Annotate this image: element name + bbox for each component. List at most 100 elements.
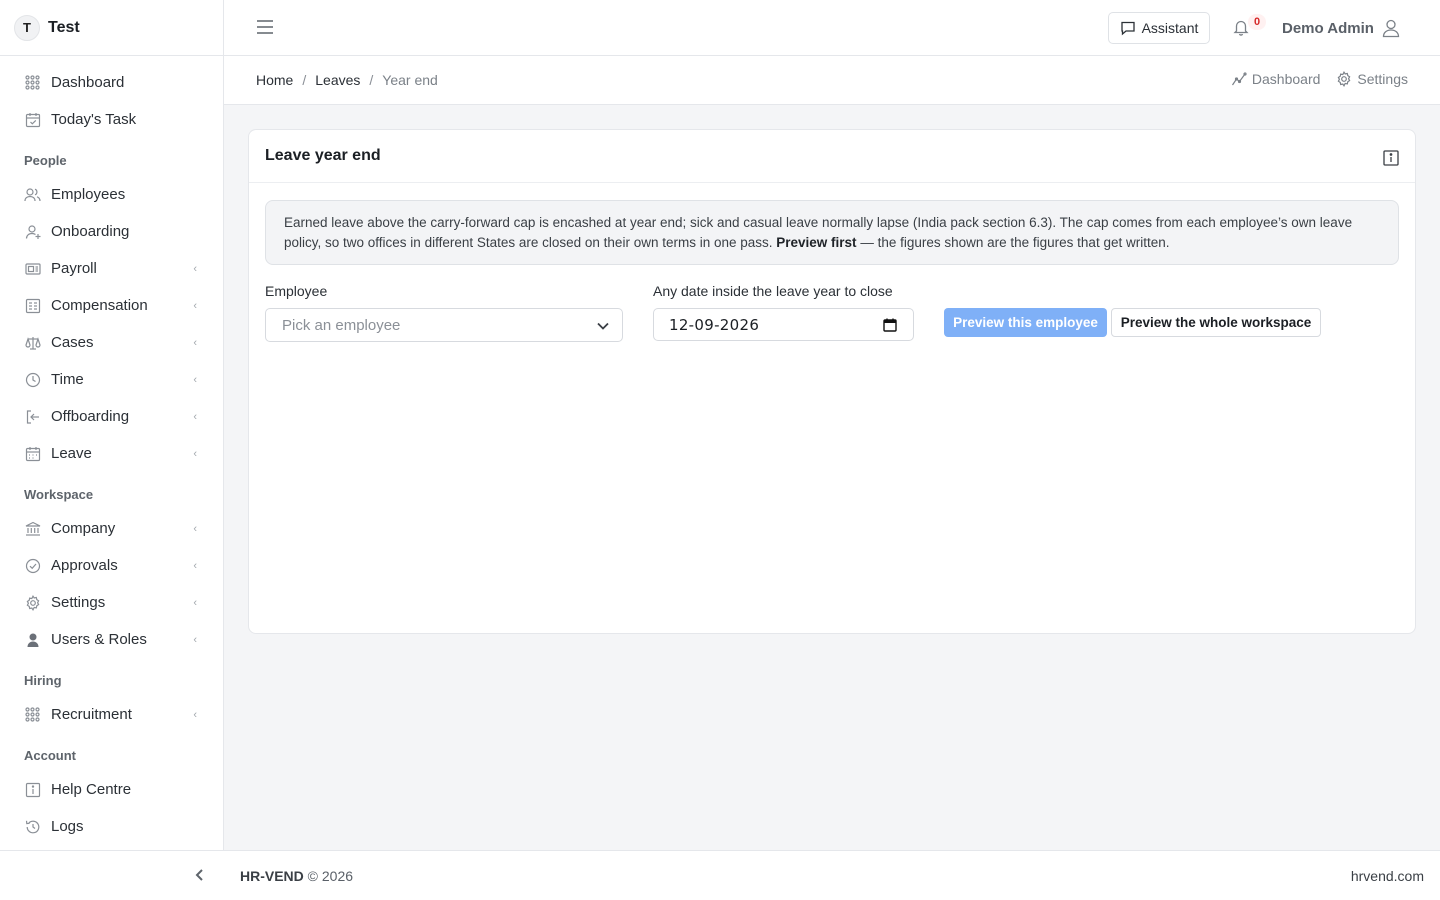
sidebar-item-onboarding[interactable]: Onboarding xyxy=(0,213,223,250)
section-heading-hiring: Hiring xyxy=(24,673,62,688)
sidebar-item-approvals[interactable]: Approvals ‹ xyxy=(0,547,223,584)
dashboard-link[interactable]: Dashboard xyxy=(1231,71,1321,87)
sidebar-item-label: Employees xyxy=(51,186,126,203)
gear-icon xyxy=(1338,71,1351,87)
section-heading-account: Account xyxy=(24,748,76,763)
user-plus-icon xyxy=(24,223,41,240)
assistant-button-label: Assistant xyxy=(1141,20,1199,36)
breadcrumb-actions: Dashboard Settings xyxy=(1231,71,1408,87)
chevron-left-icon: ‹ xyxy=(193,708,197,721)
check-circle-icon xyxy=(24,557,41,574)
chevron-left-icon: ‹ xyxy=(193,633,197,646)
notification-badge: 0 xyxy=(1248,14,1266,30)
calendar-check-icon xyxy=(24,111,41,128)
sidebar-item-label: Today's Task xyxy=(51,111,137,128)
sidebar-item-offboarding[interactable]: Offboarding ‹ xyxy=(0,398,223,435)
employee-select-placeholder: Pick an employee xyxy=(282,316,401,334)
sidebar-item-label: Compensation xyxy=(51,297,148,314)
section-heading-people: People xyxy=(24,153,67,168)
chat-icon xyxy=(1120,21,1135,36)
user-shield-icon xyxy=(24,631,41,648)
scale-icon xyxy=(24,334,41,351)
sidebar-item-label: Leave xyxy=(51,445,92,462)
breadcrumb-home[interactable]: Home xyxy=(256,72,293,88)
footer-link[interactable]: hrvend.com xyxy=(1351,868,1424,884)
breadcrumb-current: Year end xyxy=(382,72,438,88)
sidebar-item-logs[interactable]: Logs xyxy=(0,808,223,845)
employee-label: Employee xyxy=(265,283,328,299)
sidebar-item-label: Approvals xyxy=(51,557,118,574)
dashboard-link-label: Dashboard xyxy=(1251,71,1321,87)
sidebar-item-time[interactable]: Time ‹ xyxy=(0,361,223,398)
sidebar-item-label: Settings xyxy=(51,594,106,611)
exit-icon xyxy=(24,408,41,425)
footer-copyright-text: © 2026 xyxy=(307,868,354,884)
sidebar-item-leave[interactable]: Leave ‹ xyxy=(0,435,223,472)
sidebar-item-company[interactable]: Company ‹ xyxy=(0,510,223,547)
menu-toggle-icon[interactable] xyxy=(256,19,274,35)
breadcrumb-leaves[interactable]: Leaves xyxy=(315,72,360,88)
date-label: Any date inside the leave year to close xyxy=(653,283,893,299)
clock-icon xyxy=(24,371,41,388)
user-icon[interactable] xyxy=(1381,18,1401,38)
chevron-left-icon: ‹ xyxy=(193,410,197,423)
sidebar-item-label: Help Centre xyxy=(51,781,132,798)
page-title: Leave year end xyxy=(265,147,381,164)
date-input[interactable]: 12-09-2026 xyxy=(653,308,914,341)
notice-text-end: — the figures shown are the figures that… xyxy=(856,235,1170,250)
brand[interactable]: T Test xyxy=(0,0,223,56)
brand-name: Test xyxy=(48,18,80,36)
sidebar-item-label: Time xyxy=(51,371,84,388)
sidebar-item-label: Recruitment xyxy=(51,706,132,723)
sidebar-item-todays-task[interactable]: Today's Task xyxy=(0,101,223,138)
chevron-left-icon: ‹ xyxy=(193,373,197,386)
sidebar-item-users-roles[interactable]: Users & Roles ‹ xyxy=(0,621,223,658)
chevron-left-icon: ‹ xyxy=(193,596,197,609)
assistant-button[interactable]: Assistant xyxy=(1108,12,1210,44)
sidebar-item-label: Users & Roles xyxy=(51,631,147,648)
sidebar-item-cases[interactable]: Cases ‹ xyxy=(0,324,223,361)
sidebar-item-label: Logs xyxy=(51,818,84,835)
chevron-left-icon: ‹ xyxy=(193,559,197,572)
sidebar-item-dashboard[interactable]: Dashboard xyxy=(0,64,223,101)
compensation-icon xyxy=(24,297,41,314)
topbar: Assistant 0 Demo Admin xyxy=(224,0,1440,56)
employee-select[interactable]: Pick an employee xyxy=(265,308,623,342)
users-icon xyxy=(24,186,41,203)
gear-icon xyxy=(24,594,41,611)
leave-year-end-card: Leave year end Earned leave above the ca… xyxy=(248,129,1416,634)
sidebar-item-employees[interactable]: Employees xyxy=(0,176,223,213)
collapse-sidebar-icon[interactable] xyxy=(192,867,208,883)
footer-brand: HR-VEND xyxy=(240,868,304,884)
brand-avatar: T xyxy=(14,14,40,41)
sidebar-item-label: Offboarding xyxy=(51,408,130,425)
chevron-left-icon: ‹ xyxy=(193,262,197,275)
chevron-down-icon xyxy=(596,319,610,337)
breadcrumb-separator: / xyxy=(302,72,307,88)
calendar-icon[interactable] xyxy=(883,318,897,336)
date-input-value: 12-09-2026 xyxy=(669,315,760,334)
settings-link-label: Settings xyxy=(1357,71,1408,87)
footer-copyright: HR-VEND © 2026 xyxy=(240,868,353,884)
sidebar-item-label: Company xyxy=(51,520,116,537)
preview-employee-button[interactable]: Preview this employee xyxy=(944,308,1107,337)
card-header: Leave year end xyxy=(249,130,1415,183)
info-icon xyxy=(24,781,41,798)
sidebar-item-payroll[interactable]: Payroll ‹ xyxy=(0,250,223,287)
info-icon[interactable] xyxy=(1383,150,1399,166)
grid-icon xyxy=(24,706,41,723)
breadcrumb: Home / Leaves / Year end xyxy=(256,72,438,88)
payroll-icon xyxy=(24,260,41,277)
chevron-left-icon: ‹ xyxy=(193,522,197,535)
sidebar-item-label: Onboarding xyxy=(51,223,130,240)
settings-link[interactable]: Settings xyxy=(1336,71,1408,87)
preview-workspace-button[interactable]: Preview the whole workspace xyxy=(1111,308,1321,337)
sidebar-item-label: Dashboard xyxy=(51,74,125,91)
sidebar: T Test Dashboard Today's Task People Emp… xyxy=(0,0,224,850)
history-icon xyxy=(24,818,41,835)
sidebar-item-recruitment[interactable]: Recruitment ‹ xyxy=(0,696,223,733)
sidebar-item-settings[interactable]: Settings ‹ xyxy=(0,584,223,621)
user-name[interactable]: Demo Admin xyxy=(1282,20,1374,37)
sidebar-item-help-centre[interactable]: Help Centre xyxy=(0,771,223,808)
sidebar-item-compensation[interactable]: Compensation ‹ xyxy=(0,287,223,324)
